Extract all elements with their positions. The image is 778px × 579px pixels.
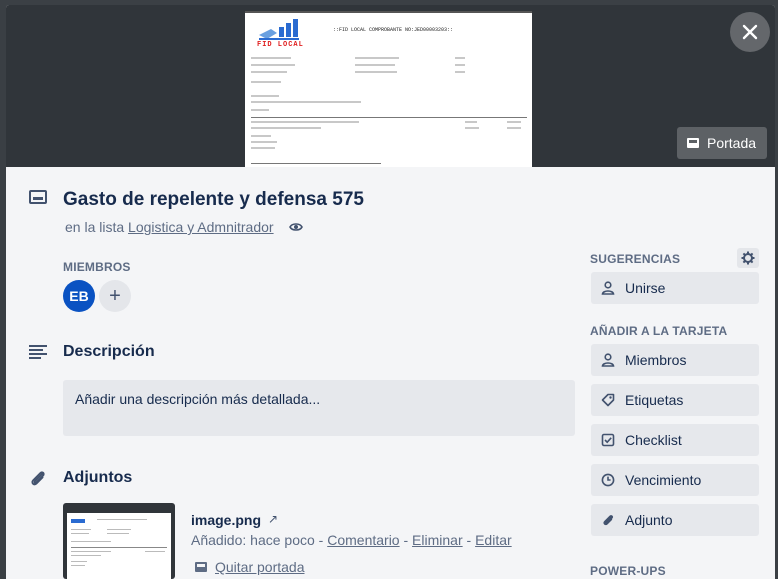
remove-cover-label: Quitar portada bbox=[215, 559, 305, 575]
card-title[interactable]: Gasto de repelente y defensa 575 bbox=[63, 189, 364, 211]
doc-line bbox=[355, 71, 397, 73]
close-button[interactable] bbox=[730, 12, 770, 52]
add-member-button[interactable]: + bbox=[99, 280, 131, 312]
doc-line bbox=[455, 64, 465, 66]
gear-icon bbox=[741, 251, 755, 265]
members-label: MIEMBROS bbox=[63, 260, 131, 274]
cover-button[interactable]: Portada bbox=[677, 127, 767, 159]
avatar[interactable]: EB bbox=[63, 280, 95, 312]
join-button[interactable]: Unirse bbox=[591, 272, 759, 304]
checklist-button[interactable]: Checklist bbox=[591, 424, 759, 456]
doc-line bbox=[251, 109, 269, 111]
attachment-delete-link[interactable]: Eliminar bbox=[412, 532, 463, 548]
attachment-edit-link[interactable]: Editar bbox=[475, 532, 512, 548]
labels-button[interactable]: Etiquetas bbox=[591, 384, 759, 416]
attachment-comment-link[interactable]: Comentario bbox=[327, 532, 399, 548]
doc-rule bbox=[251, 163, 381, 164]
cover-image[interactable]: FID LOCAL ::FID LOCAL COMPROBANTE NO:JED… bbox=[245, 11, 532, 167]
attachment-name[interactable]: image.png bbox=[191, 512, 261, 528]
doc-line bbox=[251, 95, 279, 97]
doc-line bbox=[251, 71, 287, 73]
description-title: Descripción bbox=[63, 343, 155, 360]
in-list-prefix: en la lista bbox=[65, 219, 125, 235]
doc-line bbox=[465, 127, 479, 129]
labels-button-label: Etiquetas bbox=[625, 392, 684, 408]
doc-line bbox=[507, 127, 521, 129]
attachment-thumbnail[interactable] bbox=[63, 503, 175, 579]
suggestions-settings-button[interactable] bbox=[737, 248, 759, 268]
doc-line bbox=[251, 147, 275, 149]
doc-line bbox=[251, 127, 321, 129]
cover-button-label: Portada bbox=[707, 135, 757, 151]
suggestions-label: SUGERENCIAS bbox=[590, 252, 681, 266]
power-ups-label: POWER-UPS bbox=[590, 564, 666, 578]
members-button-label: Miembros bbox=[625, 352, 687, 368]
checklist-button-label: Checklist bbox=[625, 432, 682, 448]
list-name-link[interactable]: Logistica y Admnitrador bbox=[128, 219, 274, 235]
doc-line bbox=[465, 121, 477, 123]
doc-line bbox=[455, 57, 465, 59]
doc-line bbox=[251, 121, 359, 123]
due-date-button[interactable]: Vencimiento bbox=[591, 464, 759, 496]
separator: - bbox=[399, 532, 413, 548]
doc-line bbox=[251, 64, 295, 66]
external-link-icon[interactable]: ↗ bbox=[268, 512, 278, 526]
doc-line bbox=[355, 64, 395, 66]
doc-line bbox=[251, 135, 271, 137]
due-date-button-label: Vencimiento bbox=[625, 472, 702, 488]
doc-line bbox=[355, 57, 399, 59]
card-detail-modal: FID LOCAL ::FID LOCAL COMPROBANTE NO:JED… bbox=[6, 5, 775, 579]
thumbnail-image bbox=[67, 513, 171, 579]
doc-header-text: ::FID LOCAL COMPROBANTE NO:JED00003203:: bbox=[333, 27, 454, 33]
doc-line bbox=[507, 121, 521, 123]
person-icon bbox=[601, 353, 615, 367]
card-cover-icon bbox=[687, 138, 699, 148]
paperclip-icon bbox=[603, 515, 613, 526]
separator: - bbox=[314, 532, 328, 548]
description-icon bbox=[29, 345, 47, 359]
checkbox-icon bbox=[601, 433, 615, 447]
doc-line bbox=[455, 71, 465, 73]
clock-icon bbox=[601, 473, 615, 487]
doc-rule bbox=[251, 117, 527, 118]
person-icon bbox=[601, 281, 615, 295]
eye-icon[interactable] bbox=[289, 220, 303, 234]
card-list-info: en la lista Logistica y Admnitrador bbox=[65, 219, 274, 235]
doc-line bbox=[251, 57, 291, 59]
doc-logo-text: FID LOCAL bbox=[257, 41, 304, 49]
attachment-added-time: Añadido: hace poco bbox=[191, 532, 315, 548]
close-icon bbox=[742, 24, 758, 40]
card-icon bbox=[29, 190, 47, 204]
paperclip-icon bbox=[31, 471, 45, 486]
card-cover-icon bbox=[195, 562, 207, 572]
doc-logo-icon bbox=[259, 19, 299, 40]
members-button[interactable]: Miembros bbox=[591, 344, 759, 376]
doc-line bbox=[251, 141, 277, 143]
remove-cover-link[interactable]: Quitar portada bbox=[195, 559, 305, 575]
separator: - bbox=[462, 532, 476, 548]
attachments-title: Adjuntos bbox=[63, 469, 133, 486]
card-cover[interactable]: FID LOCAL ::FID LOCAL COMPROBANTE NO:JED… bbox=[6, 5, 775, 167]
attachment-meta: Añadido: hace poco - Comentario - Elimin… bbox=[191, 532, 512, 548]
doc-line bbox=[251, 101, 361, 103]
tag-icon bbox=[601, 393, 615, 407]
description-input[interactable]: Añadir una descripción más detallada... bbox=[63, 380, 575, 436]
attachment-button[interactable]: Adjunto bbox=[591, 504, 759, 536]
doc-line bbox=[251, 81, 281, 83]
join-button-label: Unirse bbox=[625, 280, 666, 296]
add-to-card-label: AÑADIR A LA TARJETA bbox=[590, 324, 728, 338]
attachment-button-label: Adjunto bbox=[625, 512, 673, 528]
